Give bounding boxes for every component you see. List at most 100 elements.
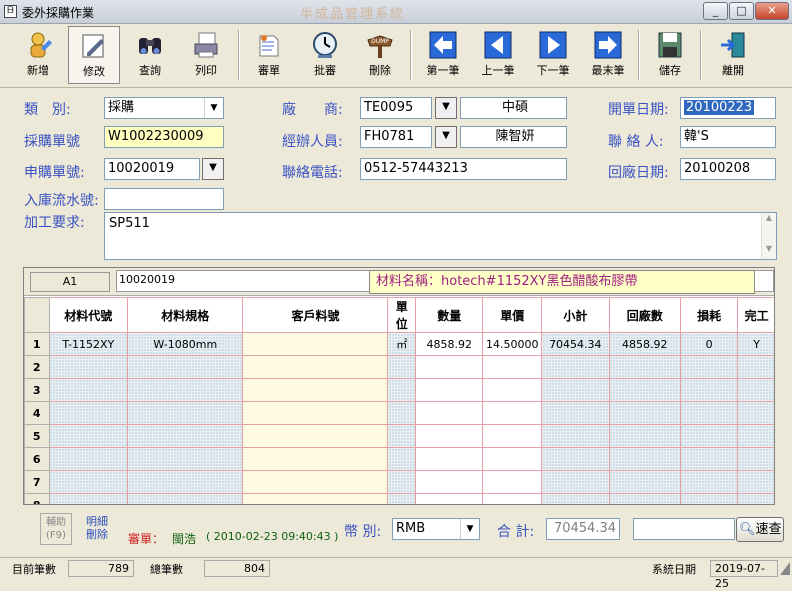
review-label: 審單：	[128, 532, 165, 546]
col-subtotal[interactable]: 小計	[541, 297, 610, 333]
clock-icon	[313, 32, 337, 58]
col-complete[interactable]: 完工	[737, 297, 774, 333]
first-record-button[interactable]: 第一筆	[417, 26, 469, 84]
col-material-spec[interactable]: 材料規格	[127, 297, 244, 333]
process-req-textarea[interactable]: SP511 ▲ ▼	[104, 212, 777, 260]
vendor-code-field[interactable]: TE0095	[360, 97, 432, 119]
query-button[interactable]: 查詢	[124, 26, 176, 84]
first-record-label: 第一筆	[426, 64, 460, 77]
sys-date-label: 系統日期	[652, 563, 696, 576]
cell-complete[interactable]: Y	[737, 332, 774, 356]
row-number: 1	[24, 332, 50, 356]
table-row[interactable]: 4	[24, 401, 774, 425]
exit-label: 離開	[722, 64, 744, 77]
review-button[interactable]: 審單	[243, 26, 295, 84]
table-header-row: 材料代號 材料規格 客戶料號 單位 數量 單價 小計 回廠數 損耗 完工	[24, 297, 774, 333]
handler-code-field[interactable]: FH0781	[360, 126, 432, 148]
handler-dropdown-button[interactable]: ▼	[435, 126, 457, 148]
col-unit[interactable]: 單位	[387, 297, 417, 333]
return-date-field[interactable]: 20100208	[680, 158, 776, 180]
contact-field[interactable]: 韓'S	[680, 126, 776, 148]
cell-customer-part[interactable]	[242, 332, 389, 356]
svg-text:DUMP: DUMP	[371, 38, 389, 45]
req-no-dropdown-button[interactable]: ▼	[202, 158, 224, 180]
table-row[interactable]: 8	[24, 493, 774, 504]
phone-field[interactable]: 0512-57443213	[360, 158, 567, 180]
chevron-down-icon[interactable]: ▼	[460, 519, 479, 539]
delete-button[interactable]: DUMP 刪除	[354, 26, 406, 84]
open-date-field[interactable]: 20100223	[680, 97, 776, 119]
maximize-button[interactable]: □	[729, 2, 754, 20]
title-bar: ᗷ 委外採購作業 半成品管理系統 _ □ ✕	[0, 0, 792, 24]
watermark-logo: 半成品管理系統	[300, 7, 406, 22]
cell-return-qty[interactable]: 4858.92	[608, 332, 681, 356]
next-record-button[interactable]: 下一筆	[527, 26, 579, 84]
table-row[interactable]: 1 T-1152XY W-1080mm ㎡ 4858.92 14.50000 7…	[24, 332, 774, 356]
category-select[interactable]: 採購 ▼	[104, 97, 224, 119]
resize-grip-icon[interactable]	[780, 562, 790, 575]
toolbar-separator	[700, 30, 702, 80]
vendor-name-field[interactable]: 中碩	[460, 97, 567, 119]
textarea-scrollbar[interactable]: ▲ ▼	[761, 213, 776, 259]
req-no-field[interactable]: 10020019	[104, 158, 200, 180]
edit-button[interactable]: 修改	[68, 26, 120, 84]
row-number: 6	[24, 447, 50, 471]
toolbar-separator	[638, 30, 640, 80]
row-number: 7	[24, 470, 50, 494]
cell-quantity[interactable]: 4858.92	[415, 332, 484, 356]
row-number: 8	[24, 493, 50, 504]
close-button[interactable]: ✕	[755, 2, 789, 20]
cell-material-code[interactable]: T-1152XY	[48, 332, 129, 356]
row-number: 3	[24, 378, 50, 402]
helper-button[interactable]: 輔助 (F9)	[40, 513, 72, 545]
minimize-button[interactable]: _	[703, 2, 728, 20]
phone-label: 聯絡電話:	[282, 165, 343, 181]
col-quantity[interactable]: 數量	[415, 297, 484, 333]
handler-name-field[interactable]: 陳智妍	[460, 126, 567, 148]
col-loss[interactable]: 損耗	[679, 297, 739, 333]
po-no-field[interactable]: W1002230009	[104, 126, 224, 148]
chevron-down-icon[interactable]: ▼	[204, 98, 223, 118]
material-tooltip: 材料名稱：hotech#1152XY黑色醋酸布膠帶	[369, 270, 755, 294]
review-name: 閩浩	[172, 532, 197, 546]
dump-icon: DUMP	[367, 35, 393, 58]
currency-select[interactable]: RMB ▼	[392, 518, 480, 540]
col-customer-part[interactable]: 客戶料號	[242, 297, 389, 333]
table-row[interactable]: 7	[24, 470, 774, 494]
prev-record-button[interactable]: 上一筆	[472, 26, 524, 84]
add-label: 新增	[27, 64, 49, 77]
app-icon[interactable]: ᗷ	[4, 5, 17, 18]
cell-unit-price[interactable]: 14.50000	[482, 332, 543, 356]
stock-serial-field[interactable]	[104, 188, 224, 210]
col-material-code[interactable]: 材料代號	[48, 297, 129, 333]
save-label: 儲存	[659, 64, 681, 77]
detail-delete-button[interactable]: 明細 刪除	[82, 515, 112, 541]
cell-subtotal[interactable]: 70454.34	[541, 332, 610, 356]
cell-material-spec[interactable]: W-1080mm	[127, 332, 244, 356]
cell-loss[interactable]: 0	[679, 332, 739, 356]
table-row[interactable]: 2	[24, 355, 774, 379]
col-unit-price[interactable]: 單價	[482, 297, 543, 333]
open-date-label: 開單日期:	[608, 102, 669, 118]
cell-unit[interactable]: ㎡	[387, 332, 417, 356]
table-row[interactable]: 6	[24, 447, 774, 471]
add-button[interactable]: 新增	[12, 26, 64, 84]
table-row[interactable]: 3	[24, 378, 774, 402]
stock-serial-label: 入庫流水號:	[24, 193, 99, 209]
last-record-button[interactable]: 最末筆	[582, 26, 634, 84]
row-number: 2	[24, 355, 50, 379]
table-row[interactable]: 5	[24, 424, 774, 448]
col-return-qty[interactable]: 回廠數	[608, 297, 681, 333]
quick-search-button[interactable]: 🔍︎速查	[736, 517, 784, 542]
save-button[interactable]: 儲存	[644, 26, 696, 84]
vendor-dropdown-button[interactable]: ▼	[435, 97, 457, 119]
toolbar-separator	[410, 30, 412, 80]
quick-search-input[interactable]	[633, 518, 735, 540]
batch-review-button[interactable]: 批審	[299, 26, 351, 84]
prev-record-label: 上一筆	[481, 64, 515, 77]
review-time: ( 2010-02-23 09:40:43 )	[206, 530, 339, 543]
review-label: 審單	[258, 64, 280, 77]
exit-button[interactable]: 離開	[707, 26, 759, 84]
req-no-label: 申購單號:	[24, 165, 85, 181]
print-button[interactable]: 列印	[180, 26, 232, 84]
